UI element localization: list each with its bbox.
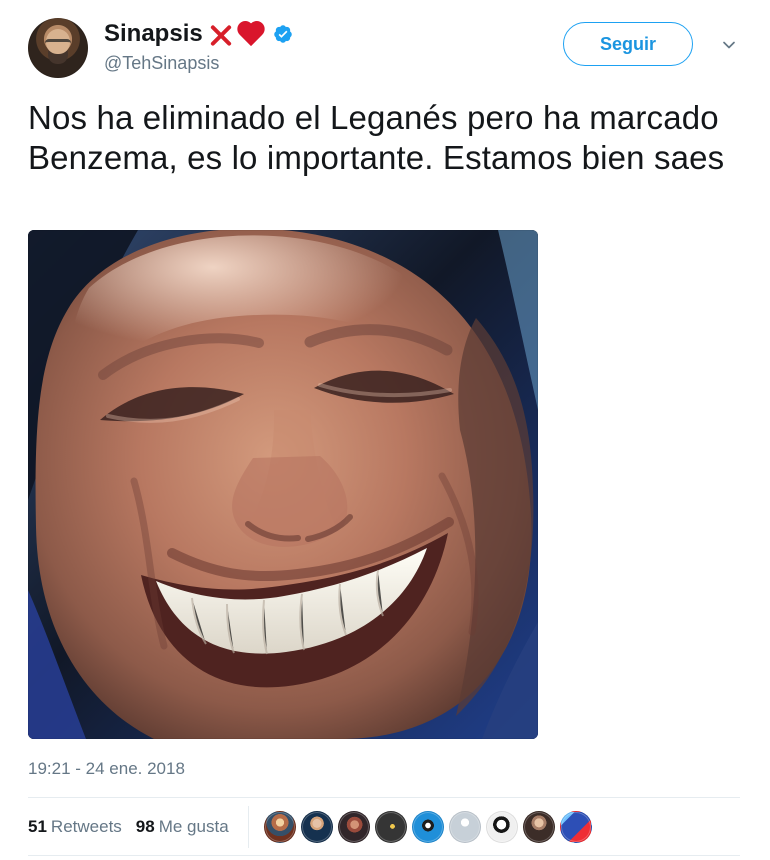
likes-label: Me gusta: [158, 817, 229, 836]
liker-avatar-6[interactable]: [449, 811, 481, 843]
footer-divider-bottom: [28, 855, 740, 856]
tweet-text: Nos ha eliminado el Leganés pero ha marc…: [28, 99, 725, 176]
liker-avatar-4[interactable]: [375, 811, 407, 843]
footer-divider-top: [28, 797, 740, 798]
tweet-card: Sinapsis @TehSinapsis Seguir Nos ha elim…: [0, 0, 770, 860]
likes-count: 98: [135, 817, 155, 836]
liker-avatar-8[interactable]: [523, 811, 555, 843]
chevron-down-icon: [723, 41, 735, 49]
tweet-photo[interactable]: [28, 230, 538, 739]
liker-avatar-7[interactable]: [486, 811, 518, 843]
follow-button[interactable]: Seguir: [563, 22, 693, 66]
stats-separator: [248, 806, 249, 848]
author-avatar[interactable]: [28, 18, 88, 78]
smiling-face-photo: [28, 230, 538, 739]
verified-badge-icon: [273, 25, 292, 43]
cross-mark-icon: [208, 22, 233, 47]
retweets-count: 51: [28, 817, 47, 836]
display-name[interactable]: Sinapsis: [104, 20, 203, 48]
liker-avatars: [264, 811, 592, 843]
retweets-stat[interactable]: 51 Retweets: [28, 816, 122, 838]
tweet-menu-button[interactable]: [716, 32, 742, 58]
liker-avatar-2[interactable]: [301, 811, 333, 843]
retweets-label: Retweets: [50, 817, 122, 836]
author-name-row: Sinapsis: [104, 18, 293, 50]
red-heart-icon: [238, 21, 266, 47]
liker-avatar-9[interactable]: [560, 811, 592, 843]
liker-avatar-1[interactable]: [264, 811, 296, 843]
tweet-stats: 51 Retweets 98 Me gusta: [28, 816, 243, 838]
tweet-timestamp[interactable]: 19:21 - 24 ene. 2018: [28, 758, 185, 780]
author-handle[interactable]: @TehSinapsis: [104, 52, 219, 74]
liker-avatar-3[interactable]: [338, 811, 370, 843]
likes-stat[interactable]: 98 Me gusta: [136, 816, 229, 838]
liker-avatar-5[interactable]: [412, 811, 444, 843]
